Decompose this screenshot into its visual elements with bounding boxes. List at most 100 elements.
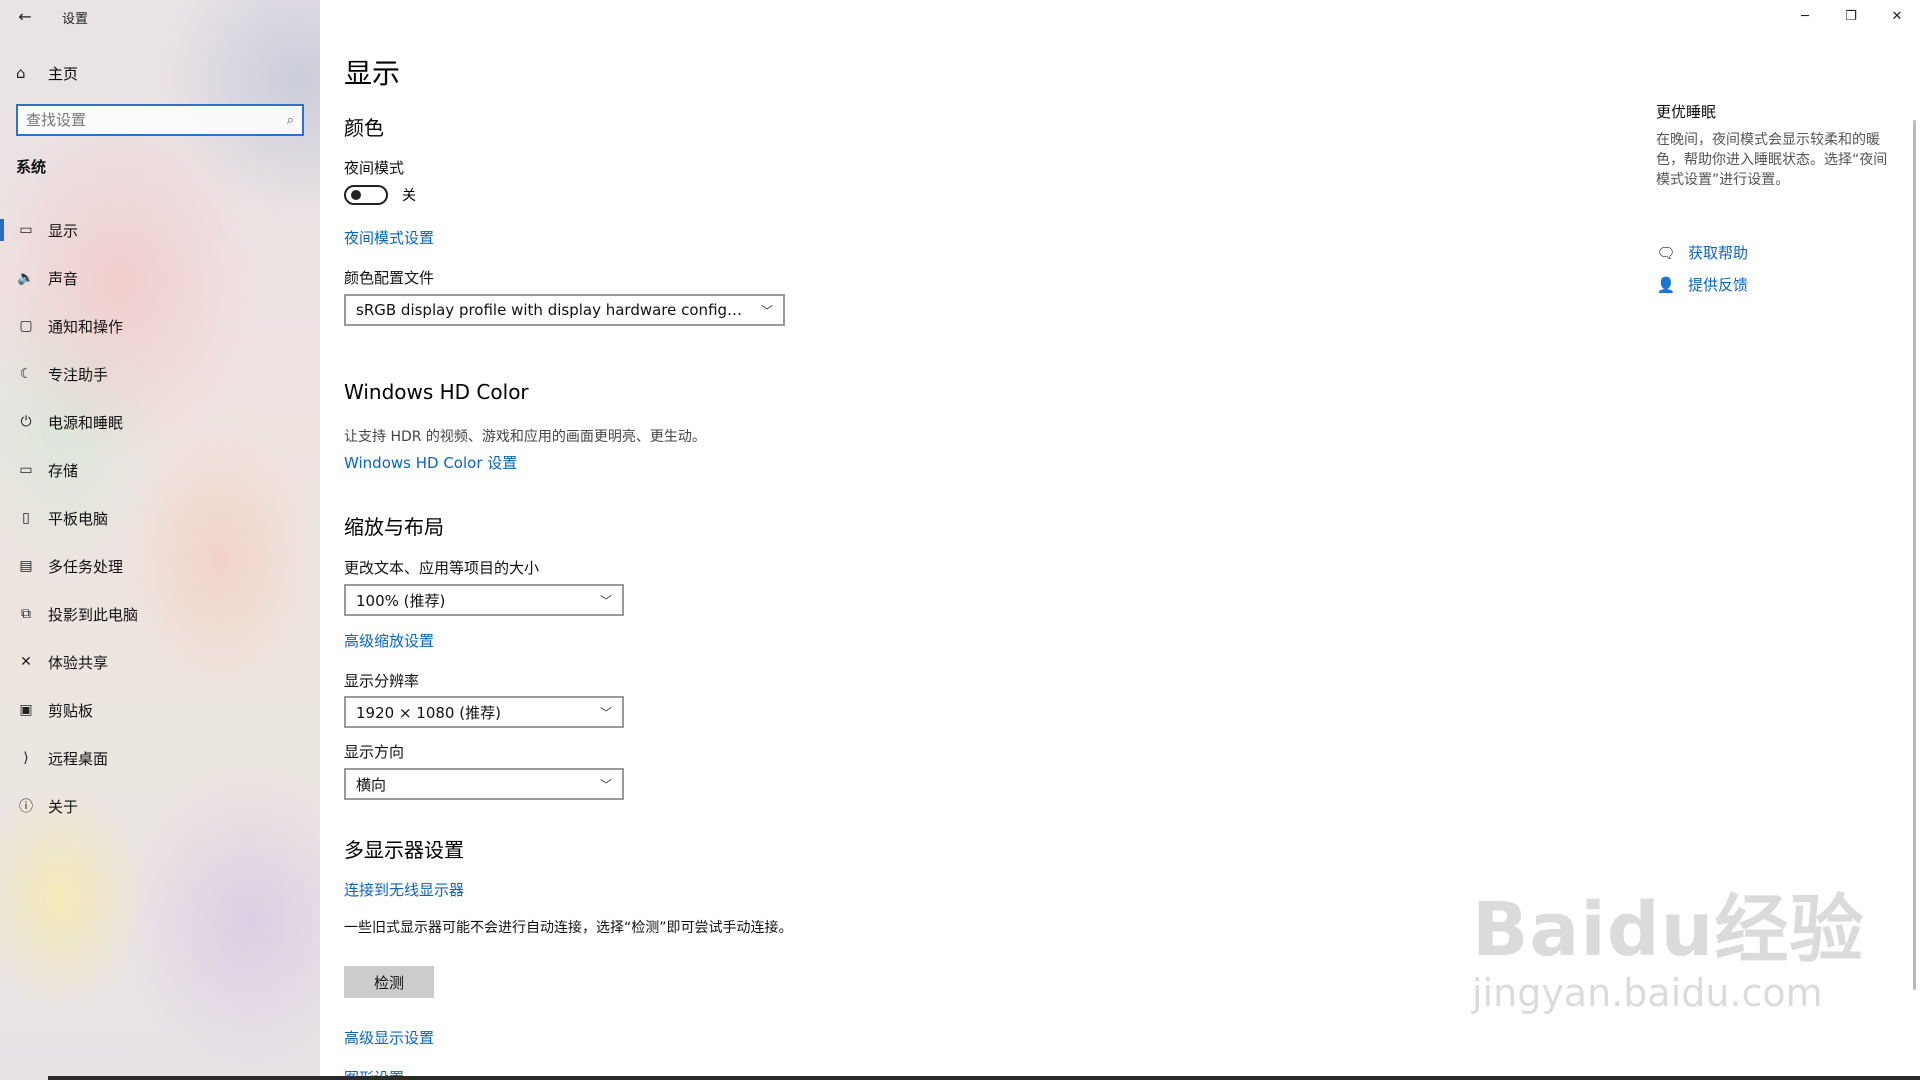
watermark-main: Baidu经验 <box>1472 887 1865 973</box>
clipboard-icon: ▣ <box>19 702 33 718</box>
scrollbar[interactable] <box>1913 120 1916 990</box>
night-mode-state: 关 <box>402 188 416 204</box>
multitask-icon: ▤ <box>19 558 33 574</box>
sidebar-nav: ▭ 显示 🔈 声音 ▢ 通知和操作 ☾ 专注助手 ⏻ 电源和睡眠 ▭ 存储 ▯ 平板电脑 ▤ 多任务处理 ⧉ 投影… <box>0 206 320 830</box>
sidebar-item-label: 多任务处理 <box>48 557 124 576</box>
sidebar-item-label: 剪贴板 <box>48 701 94 720</box>
main-content: 显示 颜色 夜间模式 关 夜间模式设置 颜色配置文件 sRGB display … <box>344 0 1594 1080</box>
detect-button[interactable]: 检测 <box>344 966 434 998</box>
sidebar-item-9[interactable]: ✕ 体验共享 <box>0 638 320 686</box>
sidebar-item-label: 电源和睡眠 <box>48 413 124 432</box>
multi-display-description: 一些旧式显示器可能不会进行自动连接，选择“检测”即可尝试手动连接。 <box>344 920 793 936</box>
color-profile-select[interactable]: sRGB display profile with display hardwa… <box>344 294 785 326</box>
sidebar-item-4[interactable]: ⏻ 电源和睡眠 <box>0 398 320 446</box>
scale-label: 更改文本、应用等项目的大小 <box>344 559 540 577</box>
app-title: 设置 <box>62 12 89 27</box>
hdr-description: 让支持 HDR 的视频、游戏和应用的画面更明亮、更生动。 <box>344 429 706 445</box>
resolution-label: 显示分辨率 <box>344 672 420 690</box>
section-label: 系统 <box>16 158 47 176</box>
search-icon[interactable]: ⌕ <box>287 113 294 128</box>
night-mode-settings-link[interactable]: 夜间模式设置 <box>344 227 434 248</box>
sidebar-item-label: 专注助手 <box>48 365 109 384</box>
toggle-knob <box>351 190 361 200</box>
home-nav-item[interactable]: ⌂ 主页 <box>0 58 320 88</box>
sidebar-item-12[interactable]: ⓘ 关于 <box>0 782 320 830</box>
sidebar-item-label: 投影到此电脑 <box>48 605 139 624</box>
advanced-display-link[interactable]: 高级显示设置 <box>344 1027 434 1048</box>
sidebar-item-label: 远程桌面 <box>48 749 109 768</box>
hdr-settings-link[interactable]: Windows HD Color 设置 <box>344 452 517 473</box>
sidebar-item-7[interactable]: ▤ 多任务处理 <box>0 542 320 590</box>
wireless-display-link[interactable]: 连接到无线显示器 <box>344 879 464 900</box>
project-icon: ⧉ <box>21 606 31 622</box>
feedback-person-icon: 👤 <box>1656 275 1676 294</box>
chevron-down-icon: ﹀ <box>599 777 612 792</box>
sidebar-item-1[interactable]: 🔈 声音 <box>0 254 320 302</box>
resolution-select[interactable]: 1920 × 1080 (推荐) ﹀ <box>344 696 624 728</box>
sidebar-item-5[interactable]: ▭ 存储 <box>0 446 320 494</box>
page-title: 显示 <box>344 57 401 90</box>
scale-value: 100% (推荐) <box>356 591 446 610</box>
taskbar-edge <box>48 1076 1920 1080</box>
speaker-icon: 🔈 <box>17 270 35 286</box>
color-profile-value: sRGB display profile with display hardwa… <box>356 301 751 319</box>
power-icon: ⏻ <box>20 414 32 430</box>
sidebar-item-2[interactable]: ▢ 通知和操作 <box>0 302 320 350</box>
scale-section-title: 缩放与布局 <box>344 515 444 539</box>
graphics-settings-link[interactable]: 图形设置 <box>344 1067 404 1076</box>
sidebar-item-label: 平板电脑 <box>48 509 109 528</box>
tablet-icon: ▯ <box>22 510 30 526</box>
sidebar: ← 设置 ⌂ 主页 ⌕ 系统 ▭ 显示 🔈 声音 ▢ 通知和操作 ☾ 专注助手 ⏻ 电源和睡眠 ▭ 存… <box>0 0 320 1080</box>
chevron-down-icon: ﹀ <box>760 303 773 318</box>
get-help-label: 获取帮助 <box>1688 244 1749 262</box>
remote-desktop-icon: ⟩ <box>23 750 29 766</box>
better-sleep-description: 在晚间，夜间模式会显示较柔和的暖色，帮助你进入睡眠状态。选择“夜间模式设置”进行… <box>1656 132 1888 188</box>
arrow-left-icon: ← <box>18 6 32 26</box>
resolution-value: 1920 × 1080 (推荐) <box>356 703 501 722</box>
chevron-down-icon: ﹀ <box>599 593 612 608</box>
orientation-value: 横向 <box>356 775 387 794</box>
night-mode-toggle[interactable]: 关 <box>344 185 416 205</box>
sidebar-item-6[interactable]: ▯ 平板电脑 <box>0 494 320 542</box>
search-box[interactable]: ⌕ <box>16 104 304 136</box>
hdr-section-title: Windows HD Color <box>344 380 529 404</box>
sidebar-item-label: 体验共享 <box>48 653 109 672</box>
sidebar-item-label: 通知和操作 <box>48 317 124 336</box>
back-button[interactable]: ← <box>10 4 40 28</box>
sidebar-item-label: 声音 <box>48 269 79 288</box>
give-feedback-label: 提供反馈 <box>1688 276 1749 294</box>
home-icon: ⌂ <box>16 64 26 82</box>
info-icon: ⓘ <box>19 799 33 815</box>
scale-select[interactable]: 100% (推荐) ﹀ <box>344 584 624 616</box>
sidebar-item-8[interactable]: ⧉ 投影到此电脑 <box>0 590 320 638</box>
color-profile-label: 颜色配置文件 <box>344 269 435 287</box>
display-icon: ▭ <box>19 222 33 238</box>
toggle-track[interactable] <box>344 185 388 205</box>
sidebar-item-label: 存储 <box>48 461 79 480</box>
orientation-label: 显示方向 <box>344 743 405 761</box>
moon-icon: ☾ <box>19 366 33 382</box>
give-feedback-link[interactable]: 👤 提供反馈 <box>1656 274 1748 295</box>
sidebar-item-label: 显示 <box>48 221 79 240</box>
night-mode-label: 夜间模式 <box>344 159 405 177</box>
home-label: 主页 <box>48 64 79 83</box>
notification-icon: ▢ <box>19 318 33 334</box>
sidebar-item-0[interactable]: ▭ 显示 <box>0 206 320 254</box>
sidebar-item-11[interactable]: ⟩ 远程桌面 <box>0 734 320 782</box>
search-input[interactable] <box>26 111 287 129</box>
color-section-title: 颜色 <box>344 116 384 140</box>
sidebar-item-10[interactable]: ▣ 剪贴板 <box>0 686 320 734</box>
watermark-sub: jingyan.baidu.com <box>1472 971 1823 1015</box>
better-sleep-title: 更优睡眠 <box>1656 103 1717 121</box>
orientation-select[interactable]: 横向 ﹀ <box>344 768 624 800</box>
share-icon: ✕ <box>20 654 32 670</box>
storage-icon: ▭ <box>19 462 33 478</box>
multi-display-section-title: 多显示器设置 <box>344 838 464 862</box>
baidu-watermark: Baidu经验 jingyan.baidu.com <box>1472 870 1864 1015</box>
sidebar-item-3[interactable]: ☾ 专注助手 <box>0 350 320 398</box>
get-help-link[interactable]: 🗨 获取帮助 <box>1656 242 1748 263</box>
advanced-scale-link[interactable]: 高级缩放设置 <box>344 630 434 651</box>
sidebar-item-label: 关于 <box>48 797 79 816</box>
chat-help-icon: 🗨 <box>1656 243 1676 262</box>
chevron-down-icon: ﹀ <box>599 705 612 720</box>
